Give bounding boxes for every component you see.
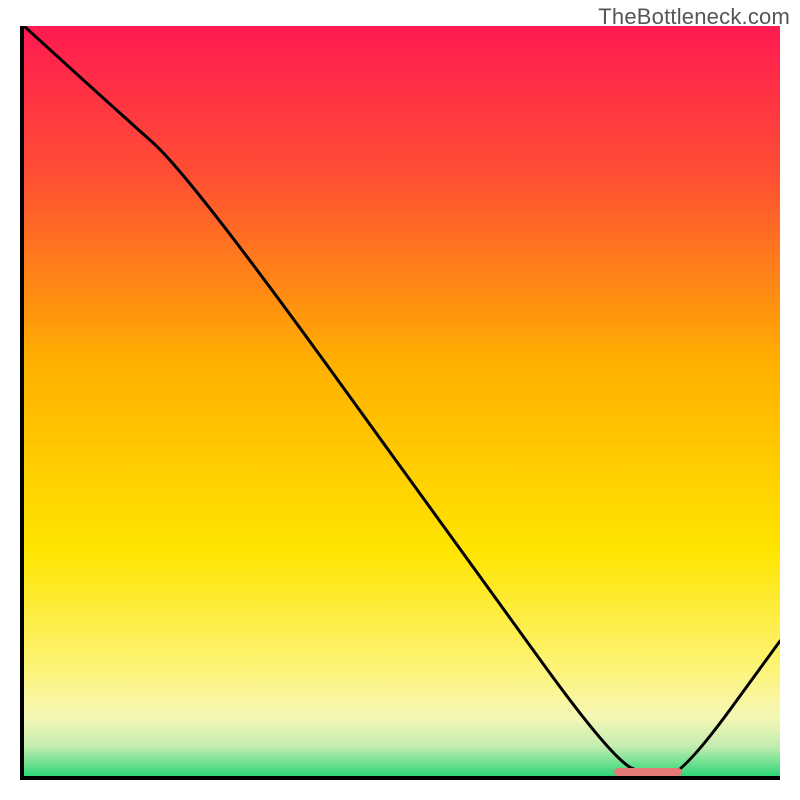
- plot-frame: [20, 26, 780, 780]
- plot-area: [24, 26, 780, 776]
- highlight-band: [614, 768, 682, 776]
- chart-container: TheBottleneck.com: [0, 0, 800, 800]
- background-gradient: [24, 26, 780, 776]
